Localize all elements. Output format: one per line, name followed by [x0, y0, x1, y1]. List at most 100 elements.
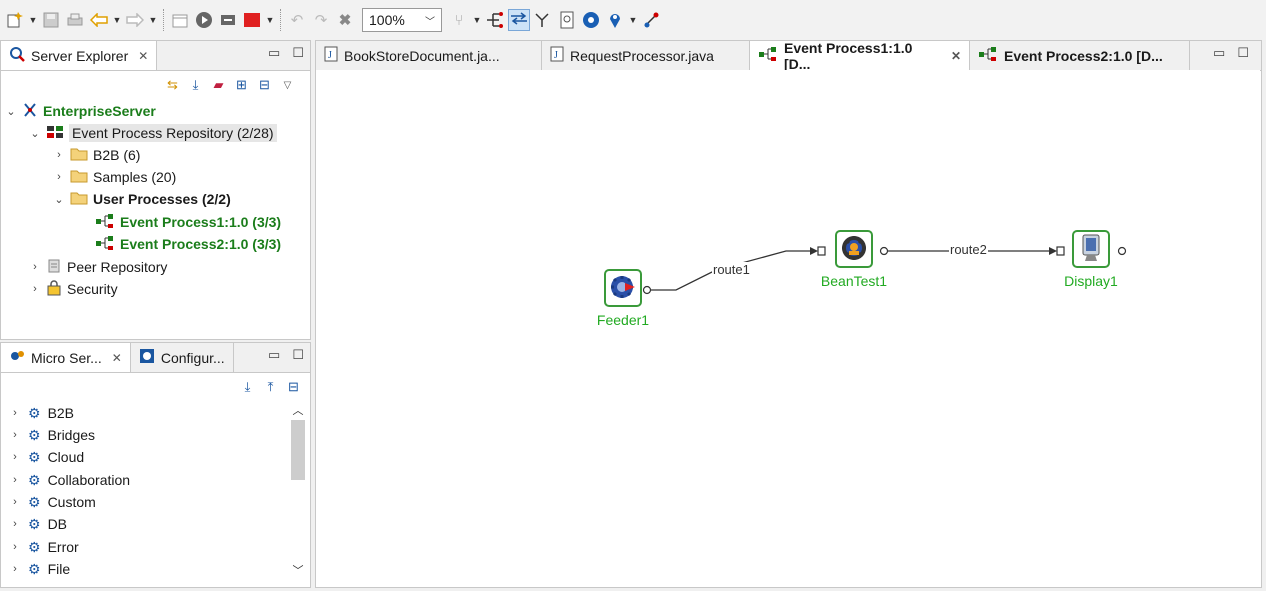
save-icon[interactable]: [40, 9, 62, 31]
scroll-down-icon[interactable]: ﹀: [290, 562, 306, 580]
vertical-scrollbar[interactable]: ︿ ﹀: [290, 402, 306, 580]
list-item[interactable]: › ⚙ Cloud: [9, 446, 84, 468]
back-dropdown-icon[interactable]: ▼: [112, 9, 122, 31]
flow-node-display[interactable]: Display1: [1061, 230, 1121, 289]
list-item[interactable]: › ⚙ File: [9, 558, 70, 580]
chevron-right-icon[interactable]: ›: [9, 407, 21, 419]
tree-item-peer-repository[interactable]: › Peer Repository: [29, 256, 167, 278]
new-icon[interactable]: [4, 9, 26, 31]
link-editor-icon[interactable]: ⇆: [164, 77, 181, 94]
deploy-icon[interactable]: ▰: [210, 77, 227, 94]
list-item[interactable]: › ⚙ B2B: [9, 402, 74, 424]
import-icon[interactable]: ⤓: [187, 77, 204, 94]
collapse-all-icon[interactable]: ⊟: [256, 77, 273, 94]
scroll-thumb[interactable]: [291, 420, 305, 480]
view-menu-icon[interactable]: ▽: [279, 77, 296, 94]
chevron-right-icon[interactable]: ›: [9, 451, 21, 463]
maximize-icon[interactable]: ☐: [1237, 45, 1249, 61]
forward-dropdown-icon[interactable]: ▼: [148, 9, 158, 31]
tree-item-security[interactable]: › Security: [29, 278, 118, 300]
print-icon[interactable]: [64, 9, 86, 31]
display-node-box[interactable]: [1072, 230, 1110, 268]
xyz-alt-layout-icon[interactable]: [532, 9, 554, 31]
route-label[interactable]: route1: [712, 262, 751, 277]
debug-flow-icon[interactable]: [640, 9, 662, 31]
undo-icon[interactable]: ↶: [286, 9, 308, 31]
maximize-icon[interactable]: ☐: [292, 347, 304, 363]
flow-canvas[interactable]: route1 route2 Feeder1 BeanTest1 Display1: [316, 70, 1260, 586]
minimize-icon[interactable]: ▭: [1213, 45, 1225, 61]
export-icon[interactable]: ⤒: [262, 379, 279, 396]
tab-event-process2[interactable]: Event Process2:1.0 [D...: [970, 41, 1190, 70]
delete-icon[interactable]: ✖: [334, 9, 356, 31]
expand-all-icon[interactable]: ⊞: [233, 77, 250, 94]
list-item[interactable]: › ⚙ Collaboration: [9, 469, 130, 491]
chevron-right-icon[interactable]: ›: [9, 541, 21, 553]
chevron-right-icon[interactable]: ›: [29, 283, 41, 295]
globe-icon[interactable]: [580, 9, 602, 31]
tab-server-explorer[interactable]: Server Explorer ✕: [1, 41, 158, 70]
collapse-all-icon[interactable]: ⊟: [285, 379, 302, 396]
chevron-down-icon[interactable]: ⌄: [29, 127, 41, 140]
scroll-up-icon[interactable]: ︿: [290, 402, 306, 420]
feeder-node-box[interactable]: [604, 269, 642, 307]
beantest-node-box[interactable]: [835, 230, 873, 268]
close-icon[interactable]: ✕: [951, 49, 961, 63]
close-icon[interactable]: ✕: [138, 49, 148, 63]
tab-configuration[interactable]: Configur...: [130, 343, 234, 372]
layout-tree-icon[interactable]: [484, 9, 506, 31]
tree-item-label: Samples (20): [93, 169, 177, 185]
chevron-right-icon[interactable]: ›: [9, 518, 21, 530]
tree-item-event-process1[interactable]: Event Process1:1.0 (3/3): [95, 211, 281, 233]
run-icon[interactable]: [193, 9, 215, 31]
list-item[interactable]: › ⚙ Error: [9, 536, 79, 558]
tree-item-event-process2[interactable]: Event Process2:1.0 (3/3): [95, 233, 281, 255]
list-item[interactable]: › ⚙ Bridges: [9, 424, 95, 446]
tree-item-event-process-repository[interactable]: ⌄ Event Process Repository (2/28): [29, 122, 277, 144]
flow-node-feeder[interactable]: Feeder1: [593, 269, 653, 328]
chevron-right-icon[interactable]: ›: [9, 474, 21, 486]
minimize-icon[interactable]: ▭: [268, 45, 280, 61]
chevron-right-icon[interactable]: ›: [9, 496, 21, 508]
location-dropdown-icon[interactable]: ▼: [628, 9, 638, 31]
tree-item-samples[interactable]: › Samples (20): [53, 166, 176, 188]
stop-dropdown-icon[interactable]: ▼: [265, 9, 275, 31]
flow-node-beantest[interactable]: BeanTest1: [821, 230, 887, 289]
tree-item-b2b[interactable]: › B2B (6): [53, 144, 140, 166]
chevron-right-icon[interactable]: ›: [29, 261, 41, 273]
redo-icon[interactable]: ↷: [310, 9, 332, 31]
list-item[interactable]: › ⚙ DB: [9, 513, 67, 535]
zoom-select[interactable]: 100% ﹀: [362, 8, 442, 32]
import-icon[interactable]: ⤓: [239, 379, 256, 396]
maximize-icon[interactable]: ☐: [292, 45, 304, 61]
calendar-icon[interactable]: [169, 9, 191, 31]
back-icon[interactable]: [88, 9, 110, 31]
route-label[interactable]: route2: [949, 242, 988, 257]
tree-item-enterprise-server[interactable]: ⌄ EnterpriseServer: [5, 100, 156, 122]
folder-icon: [70, 147, 88, 164]
find-document-icon[interactable]: [556, 9, 578, 31]
xyz-layout-icon[interactable]: [508, 9, 530, 31]
tab-event-process1[interactable]: Event Process1:1.0 [D... ✕: [750, 40, 970, 72]
refresh-icon[interactable]: [217, 9, 239, 31]
chevron-down-icon[interactable]: ⌄: [5, 105, 17, 118]
location-pin-icon[interactable]: [604, 9, 626, 31]
minimize-icon[interactable]: ▭: [268, 347, 280, 363]
tree-item-user-processes[interactable]: ⌄ User Processes (2/2): [53, 188, 230, 210]
tab-micro-services[interactable]: Micro Ser... ✕: [1, 343, 131, 372]
chevron-right-icon[interactable]: ›: [9, 429, 21, 441]
chevron-right-icon[interactable]: ›: [53, 171, 65, 183]
connect-dropdown-icon[interactable]: ▼: [472, 9, 482, 31]
connect-icon[interactable]: ⑂: [448, 9, 470, 31]
tab-request-processor[interactable]: J RequestProcessor.java: [542, 41, 750, 70]
close-icon[interactable]: ✕: [112, 351, 122, 365]
chevron-right-icon[interactable]: ›: [53, 149, 65, 161]
new-dropdown-icon[interactable]: ▼: [28, 9, 38, 31]
chevron-down-icon[interactable]: ⌄: [53, 193, 65, 206]
list-item[interactable]: › ⚙ Custom: [9, 491, 96, 513]
list-item-label: B2B: [47, 405, 75, 421]
tab-bookstore-document[interactable]: J BookStoreDocument.ja...: [316, 41, 542, 70]
chevron-right-icon[interactable]: ›: [9, 563, 21, 575]
forward-icon[interactable]: [124, 9, 146, 31]
stop-icon[interactable]: [241, 9, 263, 31]
